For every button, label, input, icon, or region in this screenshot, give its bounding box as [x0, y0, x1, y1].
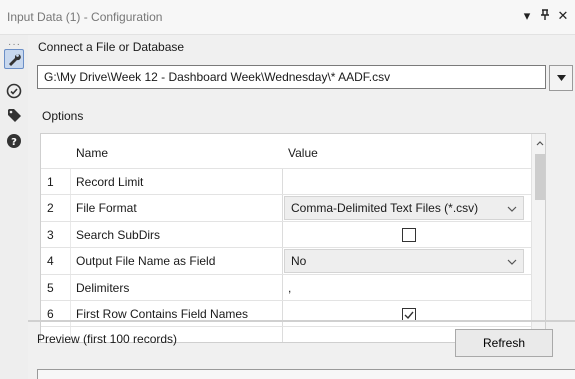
chevron-down-icon [507, 201, 517, 215]
delimiters-value[interactable]: , [288, 281, 291, 295]
row-number: 6 [47, 307, 54, 321]
scrollbar-thumb[interactable] [535, 154, 545, 200]
file-format-select[interactable]: Comma-Delimited Text Files (*.csv) [284, 196, 524, 220]
option-name: Search SubDirs [76, 228, 161, 242]
row-number: 3 [47, 228, 54, 242]
options-label: Options [42, 109, 84, 123]
chevron-down-icon [556, 75, 566, 81]
option-row-first-row-field-names[interactable]: 6 First Row Contains Field Names [41, 301, 531, 327]
name-column-header: Name [76, 146, 109, 160]
preview-label: Preview (first 100 records) [37, 332, 178, 346]
tag-icon[interactable] [4, 105, 24, 125]
options-grid: Name Value 1 Record Limit 2 File Format … [40, 133, 546, 343]
row-number: 4 [47, 254, 54, 268]
search-subdirs-checkbox[interactable] [402, 228, 416, 242]
title-bar: Input Data (1) - Configuration ▾ ✕ [0, 0, 575, 35]
output-file-name-select[interactable]: No [284, 249, 524, 273]
window-title: Input Data (1) - Configuration [7, 10, 163, 24]
file-path-field[interactable]: G:\My Drive\Week 12 - Dashboard Week\Wed… [37, 65, 546, 89]
side-toolbar: ··· ? [0, 35, 28, 379]
chevron-down-icon [507, 254, 517, 268]
output-file-name-value: No [291, 254, 307, 268]
scroll-up-icon[interactable] [532, 136, 545, 152]
row-number: 2 [47, 201, 54, 215]
value-column-header: Value [288, 146, 318, 160]
file-format-value: Comma-Delimited Text Files (*.csv) [291, 201, 479, 215]
file-browse-dropdown[interactable] [549, 65, 573, 91]
preview-area [37, 369, 575, 379]
pin-icon[interactable] [539, 8, 551, 24]
options-scrollbar[interactable] [531, 134, 545, 342]
connect-label: Connect a File or Database [38, 40, 185, 54]
grid-header: Name Value [41, 139, 531, 167]
splitter[interactable] [28, 320, 575, 322]
option-row-delimiters[interactable]: 5 Delimiters , [41, 275, 531, 301]
option-name: Output File Name as Field [76, 254, 216, 268]
target-icon[interactable] [4, 81, 24, 101]
option-name: Record Limit [76, 175, 144, 189]
configuration-panel: Connect a File or Database G:\My Drive\W… [28, 35, 575, 379]
close-icon[interactable]: ✕ [557, 8, 569, 24]
help-icon[interactable]: ? [4, 131, 24, 151]
option-name: File Format [76, 201, 137, 215]
menu-dropdown-icon[interactable]: ▾ [521, 8, 533, 24]
window-controls: ▾ ✕ [521, 8, 569, 24]
wrench-icon[interactable] [4, 49, 24, 69]
refresh-button[interactable]: Refresh [455, 329, 553, 357]
option-name: Delimiters [76, 281, 130, 295]
row-number: 1 [47, 175, 54, 189]
svg-text:?: ? [11, 137, 17, 148]
option-name: First Row Contains Field Names [76, 307, 249, 321]
option-row-search-subdirs[interactable]: 3 Search SubDirs [41, 222, 531, 248]
row-divider [41, 326, 531, 327]
option-row-record-limit[interactable]: 1 Record Limit [41, 169, 531, 195]
row-number: 5 [47, 281, 54, 295]
